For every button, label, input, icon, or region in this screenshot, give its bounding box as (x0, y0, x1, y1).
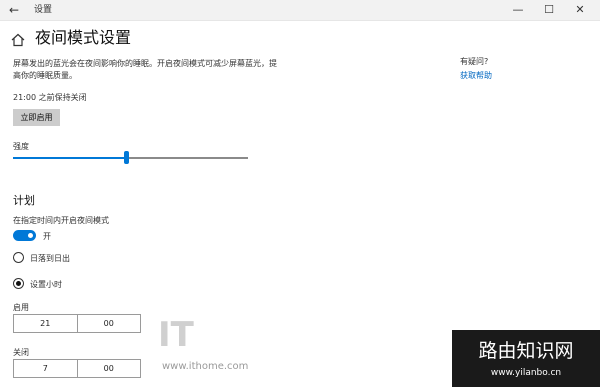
maximize-button[interactable]: ☐ (534, 0, 564, 20)
turn-on-time-picker[interactable]: 21 00 (13, 314, 141, 333)
schedule-toggle[interactable] (13, 230, 36, 241)
site-watermark: 路由知识网 www.yilanbo.cn (452, 330, 600, 387)
turn-off-time-picker[interactable]: 7 00 (13, 359, 141, 378)
status-text: 21:00 之前保持关闭 (13, 93, 87, 102)
radio-sunset-label[interactable]: 日落到日出 (30, 253, 70, 264)
turn-off-hour[interactable]: 7 (14, 360, 77, 377)
strength-slider-track[interactable] (13, 157, 248, 159)
help-heading: 有疑问? (460, 57, 489, 66)
page-description: 屏幕发出的蓝光会在夜间影响你的睡眠。开启夜间模式可减少屏幕蓝光，提高你的睡眠质量… (13, 59, 277, 80)
radio-set-hours-label[interactable]: 设置小时 (30, 279, 62, 290)
ithome-url: www.ithome.com (162, 361, 249, 372)
page-title: 夜间模式设置 (35, 28, 132, 47)
turn-on-minute[interactable]: 00 (76, 315, 141, 332)
enable-now-button[interactable]: 立即启用 (13, 109, 60, 126)
turn-on-hour[interactable]: 21 (14, 315, 77, 332)
close-button[interactable]: ✕ (565, 0, 595, 20)
turn-on-label: 启用 (13, 303, 29, 312)
title-bar: ← 设置 — ☐ ✕ (0, 0, 600, 21)
ithome-logo: IT (158, 315, 194, 355)
home-icon[interactable] (11, 33, 25, 47)
ithome-watermark: IT (158, 316, 258, 356)
site-watermark-url: www.yilanbo.cn (490, 368, 562, 378)
toggle-state-label: 开 (43, 232, 51, 241)
schedule-heading: 计划 (13, 194, 35, 207)
radio-sunset-to-sunrise[interactable] (13, 252, 24, 263)
site-watermark-title: 路由知识网 (478, 340, 574, 362)
turn-off-label: 关闭 (13, 348, 29, 357)
window-title: 设置 (34, 5, 53, 15)
schedule-toggle-label: 在指定时间内开启夜间模式 (13, 216, 109, 225)
toggle-knob (28, 233, 33, 238)
get-help-link[interactable]: 获取帮助 (460, 70, 492, 81)
strength-label: 强度 (13, 142, 29, 151)
minimize-button[interactable]: — (503, 0, 533, 20)
strength-slider-thumb[interactable] (124, 151, 129, 164)
strength-slider-fill (13, 157, 126, 159)
back-arrow-icon[interactable]: ← (6, 1, 22, 19)
radio-set-hours[interactable] (13, 278, 24, 289)
turn-off-minute[interactable]: 00 (76, 360, 141, 377)
